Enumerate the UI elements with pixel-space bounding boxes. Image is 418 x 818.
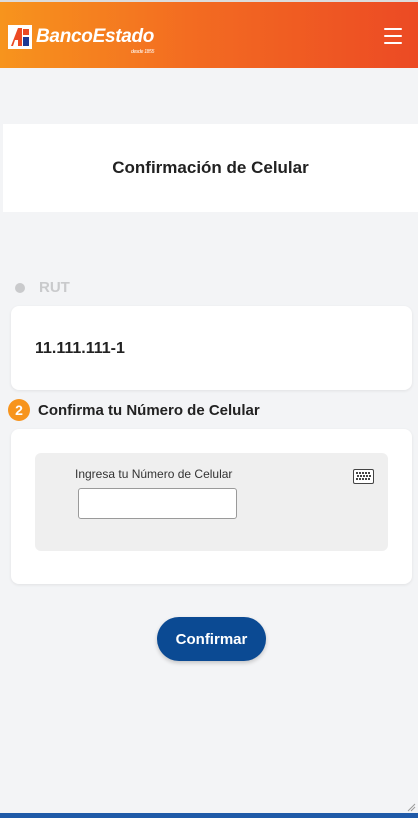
rut-value: 11.111.111-1	[35, 340, 125, 357]
phone-field-label: Ingresa tu Número de Celular	[75, 467, 233, 481]
step-rut-header: RUT	[15, 279, 70, 296]
phone-input[interactable]	[78, 488, 237, 519]
hamburger-menu-icon[interactable]	[384, 28, 402, 44]
bottom-bar	[0, 813, 418, 818]
step-phone-label: Confirma tu Número de Celular	[38, 401, 260, 419]
step-rut-label: RUT	[39, 279, 70, 296]
rut-card: 11.111.111-1	[11, 306, 412, 390]
keyboard-icon[interactable]	[353, 469, 374, 484]
logo-mark-icon	[8, 25, 32, 49]
bancoestado-logo[interactable]: BancoEstado desde 1855	[8, 22, 155, 55]
step-dot-icon	[15, 282, 25, 293]
phone-input-panel: Ingresa tu Número de Celular	[35, 453, 388, 551]
resize-grip-icon[interactable]	[406, 802, 416, 812]
step-phone-header: 2 Confirma tu Número de Celular	[8, 399, 260, 421]
page-title: Confirmación de Celular	[112, 158, 309, 177]
title-band: Confirmación de Celular	[3, 124, 418, 212]
brand-tagline: desde 1855	[130, 49, 155, 55]
step-number-badge: 2	[8, 399, 30, 421]
brand-name: BancoEstado desde 1855	[36, 26, 155, 55]
confirm-button[interactable]: Confirmar	[157, 617, 266, 661]
phone-card: Ingresa tu Número de Celular	[11, 429, 412, 584]
app-header: BancoEstado desde 1855	[0, 0, 418, 68]
